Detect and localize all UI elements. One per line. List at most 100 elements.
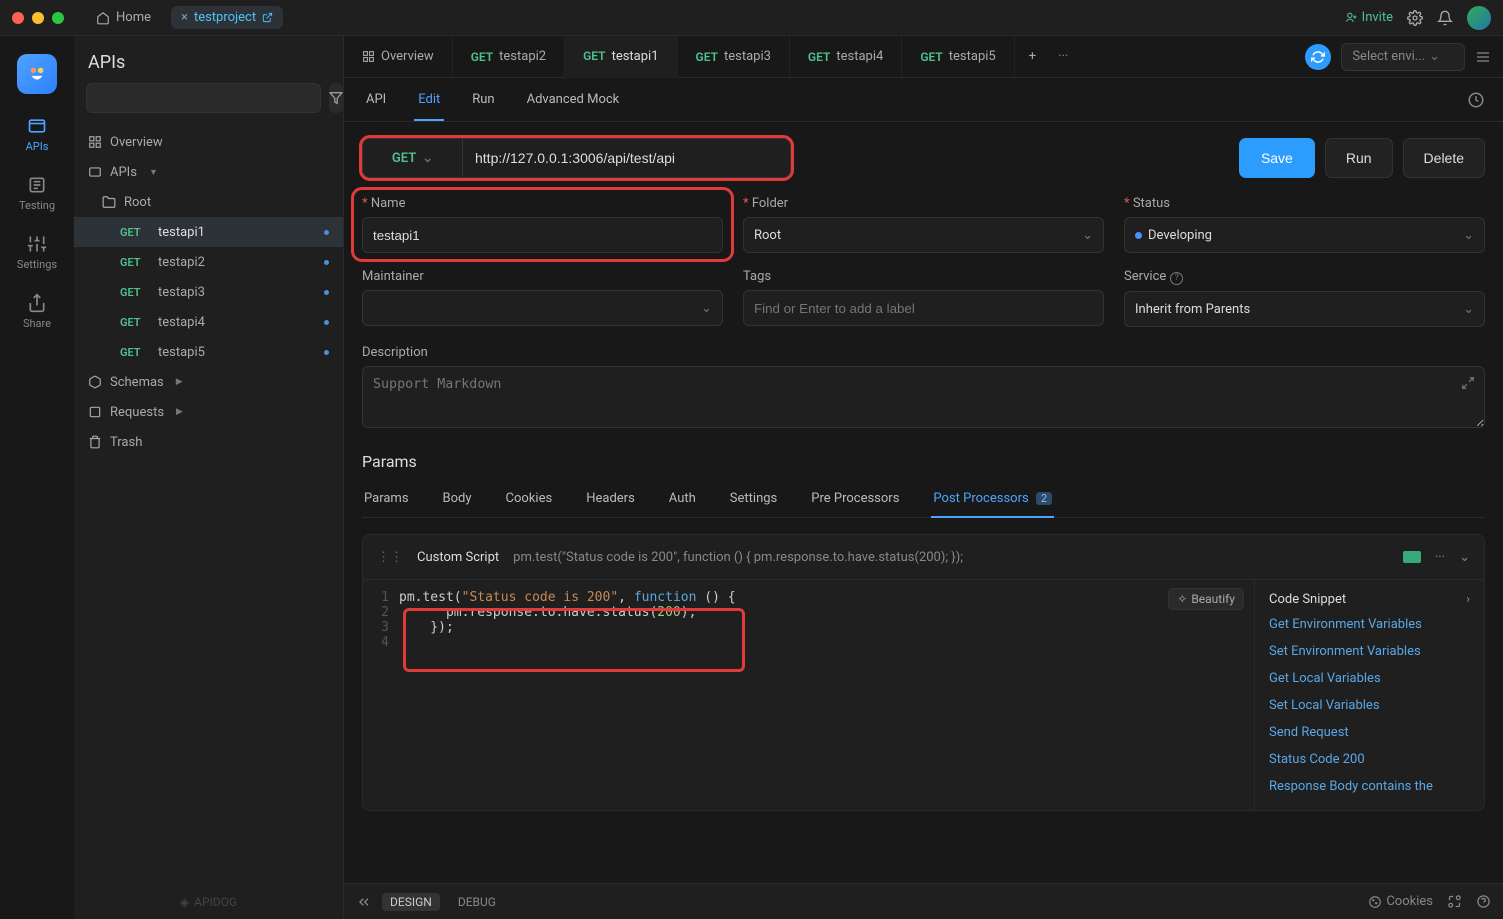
sidebar-search[interactable] — [86, 83, 321, 113]
tab-testapi1[interactable]: GET testapi1 — [565, 36, 677, 78]
tree-endpoint-testapi5[interactable]: GET testapi5 — [74, 337, 343, 367]
rail-testing[interactable]: Testing — [19, 175, 55, 212]
drag-handle-icon[interactable]: ⋮⋮ — [377, 550, 403, 565]
folder-select[interactable]: Root ⌄ — [743, 217, 1104, 253]
snippet-set-local[interactable]: Set Local Variables — [1269, 698, 1470, 713]
method-badge: GET — [120, 346, 150, 359]
history-icon[interactable] — [1467, 91, 1485, 109]
status-select[interactable]: Developing ⌄ — [1124, 217, 1485, 253]
url-input[interactable] — [463, 139, 790, 177]
code-editor[interactable]: ✧ Beautify 1pm.test("Status code is 200"… — [363, 580, 1254, 810]
save-button[interactable]: Save — [1239, 138, 1315, 178]
tab-overview[interactable]: Overview — [344, 36, 453, 77]
project-tab[interactable]: × testproject — [171, 6, 283, 29]
extension-icon[interactable] — [1447, 894, 1462, 909]
status-dot — [324, 230, 329, 235]
script-enable-toggle[interactable] — [1403, 551, 1421, 563]
mode-design[interactable]: DESIGN — [382, 893, 440, 911]
more-menu-icon[interactable]: ··· — [1435, 550, 1445, 565]
method-select[interactable]: GET ⌄ — [363, 139, 463, 177]
minimize-window[interactable] — [32, 12, 44, 24]
snippet-response-contains[interactable]: Response Body contains the — [1269, 779, 1470, 794]
subtab-mock[interactable]: Advanced Mock — [523, 80, 624, 119]
ptab-cookies[interactable]: Cookies — [504, 481, 555, 517]
run-button[interactable]: Run — [1325, 138, 1393, 178]
close-window[interactable] — [12, 12, 24, 24]
snippet-status-200[interactable]: Status Code 200 — [1269, 752, 1470, 767]
ptab-body[interactable]: Body — [441, 481, 474, 517]
user-avatar[interactable] — [1467, 6, 1491, 30]
tab-overflow-menu[interactable]: ··· — [1050, 49, 1076, 64]
tree-endpoint-testapi1[interactable]: GET testapi1 — [74, 217, 343, 247]
help-icon[interactable] — [1476, 894, 1491, 909]
environment-select[interactable]: Select envi... ⌄ — [1341, 43, 1465, 71]
tree-root[interactable]: Root — [74, 187, 343, 217]
rail-apis[interactable]: APIs — [26, 116, 49, 153]
invite-button[interactable]: Invite — [1345, 10, 1393, 25]
chevron-down-icon[interactable]: ⌄ — [1459, 550, 1470, 565]
chevron-down-icon: ⌄ — [1429, 49, 1440, 64]
snippet-get-env[interactable]: Get Environment Variables — [1269, 617, 1470, 632]
cookies-button[interactable]: Cookies — [1368, 894, 1433, 909]
tree-endpoint-testapi3[interactable]: GET testapi3 — [74, 277, 343, 307]
snippet-set-env[interactable]: Set Environment Variables — [1269, 644, 1470, 659]
snippet-get-local[interactable]: Get Local Variables — [1269, 671, 1470, 686]
snippet-send-request[interactable]: Send Request — [1269, 725, 1470, 740]
maintainer-select[interactable]: ⌄ — [362, 290, 723, 326]
filter-button[interactable] — [329, 83, 343, 113]
subtab-edit[interactable]: Edit — [414, 80, 444, 121]
tree-overview[interactable]: Overview — [74, 127, 343, 157]
home-tab[interactable]: Home — [84, 6, 163, 29]
tree-apis[interactable]: APIs ▼ — [74, 157, 343, 187]
ptab-preprocessors[interactable]: Pre Processors — [809, 481, 901, 517]
tree-schemas[interactable]: Schemas ▶ — [74, 367, 343, 397]
notifications-icon[interactable] — [1437, 10, 1453, 26]
trash-label: Trash — [110, 435, 142, 450]
subtab-run[interactable]: Run — [468, 80, 498, 119]
tab-testapi3[interactable]: GET testapi3 — [678, 36, 790, 77]
add-tab-button[interactable]: + — [1015, 36, 1050, 77]
home-label: Home — [116, 10, 151, 25]
content-area: GET ⌄ Save Run Delete Name — [344, 122, 1503, 883]
name-label: Name — [362, 196, 723, 211]
mode-debug[interactable]: DEBUG — [450, 893, 504, 911]
tags-label: Tags — [743, 269, 1104, 284]
app-logo[interactable] — [17, 54, 57, 94]
rail-settings[interactable]: Settings — [17, 234, 57, 271]
subtab-api[interactable]: API — [362, 80, 390, 119]
tab-testapi2[interactable]: GET testapi2 — [453, 36, 565, 77]
maximize-window[interactable] — [52, 12, 64, 24]
tab-testapi5[interactable]: GET testapi5 — [902, 36, 1014, 77]
sync-button[interactable] — [1305, 44, 1331, 70]
script-preview: pm.test("Status code is 200", function (… — [513, 550, 1389, 565]
tab-testapi4[interactable]: GET testapi4 — [790, 36, 902, 77]
ptab-postprocessors[interactable]: Post Processors 2 — [931, 481, 1054, 518]
root-label: Root — [124, 195, 151, 210]
params-title: Params — [362, 452, 1485, 471]
ptab-headers[interactable]: Headers — [584, 481, 637, 517]
menu-icon[interactable] — [1475, 49, 1491, 65]
beautify-button[interactable]: ✧ Beautify — [1168, 588, 1244, 610]
service-select[interactable]: Inherit from Parents ⌄ — [1124, 291, 1485, 327]
method-badge: GET — [120, 286, 150, 299]
tree-endpoint-testapi4[interactable]: GET testapi4 — [74, 307, 343, 337]
delete-button[interactable]: Delete — [1403, 138, 1485, 178]
chevron-right-icon[interactable]: › — [1466, 592, 1470, 607]
tree-requests[interactable]: Requests ▶ — [74, 397, 343, 427]
tags-input[interactable] — [743, 290, 1104, 326]
collapse-icon[interactable] — [356, 894, 372, 910]
rail-share[interactable]: Share — [23, 293, 51, 330]
tree-endpoint-testapi2[interactable]: GET testapi2 — [74, 247, 343, 277]
chevron-right-icon: ▶ — [176, 407, 183, 417]
settings-icon[interactable] — [1407, 10, 1423, 26]
name-input[interactable] — [362, 217, 723, 253]
tab-label: testapi3 — [724, 49, 771, 64]
ptab-settings[interactable]: Settings — [728, 481, 779, 517]
ptab-auth[interactable]: Auth — [667, 481, 698, 517]
description-textarea[interactable] — [362, 366, 1485, 428]
close-tab-icon[interactable]: × — [181, 10, 188, 25]
tree-trash[interactable]: Trash — [74, 427, 343, 457]
expand-icon[interactable] — [1461, 376, 1475, 390]
status-dot — [324, 290, 329, 295]
ptab-params[interactable]: Params — [362, 481, 411, 517]
